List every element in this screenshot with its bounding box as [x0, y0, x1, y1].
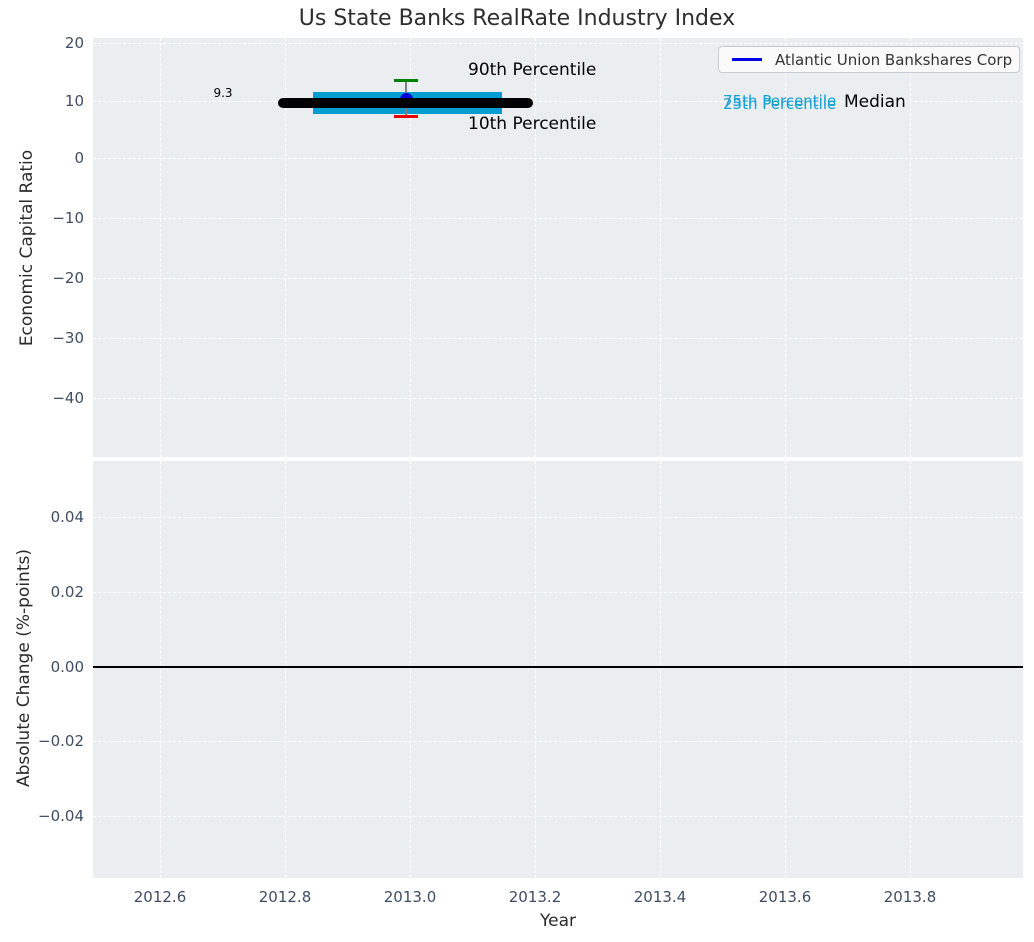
xtick: 2012.6 — [133, 888, 187, 906]
legend: Atlantic Union Bankshares Corp — [718, 46, 1020, 73]
xtick: 2013.0 — [383, 888, 437, 906]
gridline — [93, 278, 1023, 279]
ytick-top: 20 — [64, 34, 84, 52]
xtick: 2013.8 — [883, 888, 937, 906]
p10-label: 10th Percentile — [468, 114, 597, 134]
zero-change-line — [93, 666, 1023, 668]
gridline — [93, 517, 1023, 518]
ytick-bottom: 0.00 — [50, 658, 84, 676]
ytick-top: 10 — [64, 92, 84, 110]
ytick-bottom: −0.02 — [38, 732, 84, 750]
gridline — [93, 816, 1023, 817]
xtick: 2013.4 — [633, 888, 687, 906]
xtick: 2013.6 — [758, 888, 812, 906]
ytick-top: −30 — [52, 329, 84, 347]
median-value-label: 9.3 — [213, 86, 233, 100]
legend-line-swatch-icon — [732, 58, 762, 61]
median-line — [278, 98, 533, 108]
top-ylabel: Economic Capital Ratio — [17, 149, 37, 347]
legend-series-label: Atlantic Union Bankshares Corp — [775, 50, 1013, 69]
ytick-bottom: 0.02 — [50, 583, 84, 601]
bottom-plot-area — [93, 461, 1023, 878]
median-text-label: Median — [844, 92, 906, 112]
p90-label: 90th Percentile — [468, 60, 597, 80]
p90-cap — [394, 79, 418, 82]
ytick-top: −20 — [52, 269, 84, 287]
xlabel: Year — [540, 911, 576, 931]
bottom-ylabel: Absolute Change (%-points) — [14, 549, 34, 787]
ytick-top: 0 — [74, 149, 84, 167]
gridline — [93, 398, 1023, 399]
ytick-top: −10 — [52, 209, 84, 227]
p10-cap — [394, 115, 418, 118]
ytick-bottom: −0.04 — [38, 807, 84, 825]
ytick-bottom: 0.04 — [50, 508, 84, 526]
gridline — [93, 43, 1023, 44]
gridline — [93, 218, 1023, 219]
gridline — [93, 158, 1023, 159]
xtick: 2012.8 — [258, 888, 312, 906]
top-plot-area: 9.3 90th Percentile 10th Percentile 75th… — [93, 38, 1023, 457]
gridline — [93, 338, 1023, 339]
xtick: 2013.2 — [508, 888, 562, 906]
figure: Us State Banks RealRate Industry Index 9… — [0, 0, 1034, 942]
chart-title: Us State Banks RealRate Industry Index — [298, 6, 736, 31]
ytick-top: −40 — [52, 389, 84, 407]
gridline — [93, 592, 1023, 593]
p25-label: 25th Percentile — [723, 95, 837, 113]
gridline — [93, 741, 1023, 742]
